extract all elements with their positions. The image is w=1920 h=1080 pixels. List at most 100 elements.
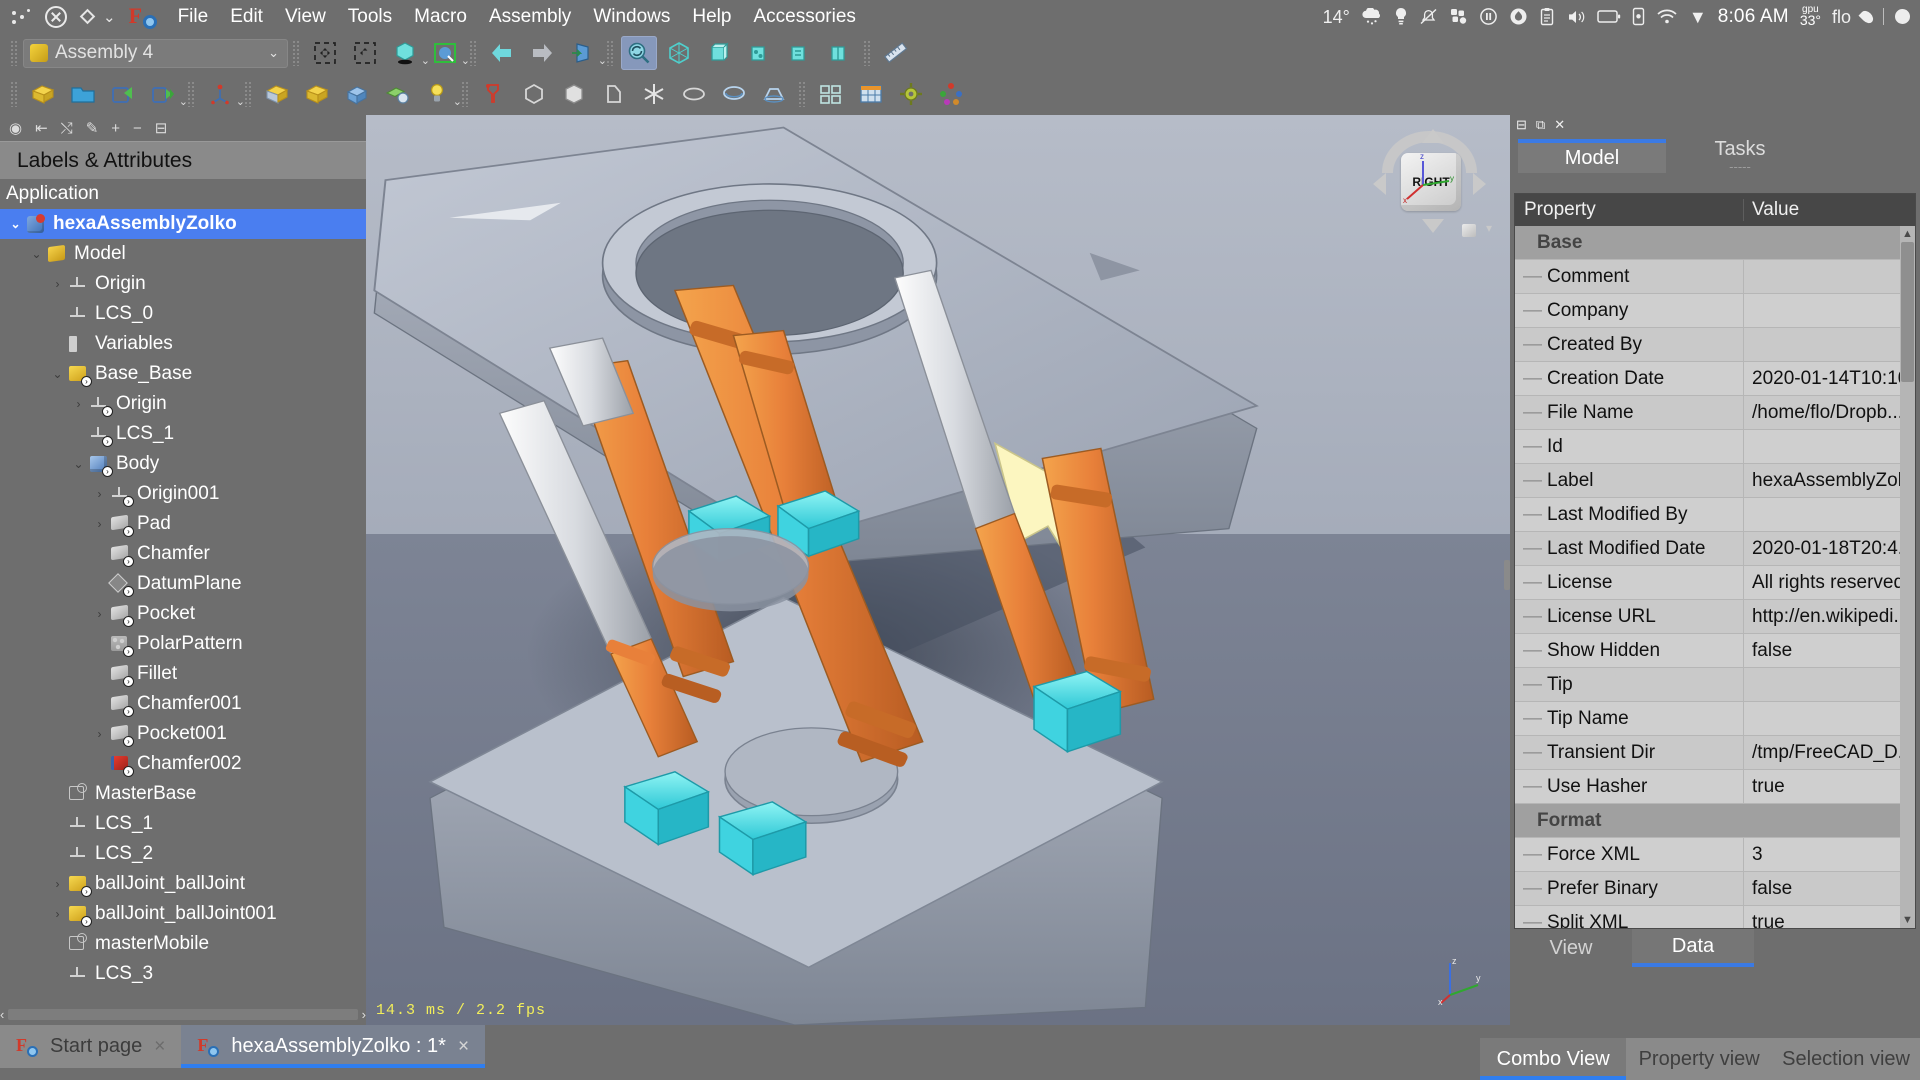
axonometric-icon[interactable] xyxy=(661,36,697,70)
toolbar-grip[interactable] xyxy=(10,81,19,107)
toolbar-grip[interactable] xyxy=(461,81,470,107)
property-table-scrollbar[interactable]: ▲ ▼ xyxy=(1900,226,1915,928)
right-view-icon[interactable] xyxy=(781,36,817,70)
document-tab-hexa-assembly[interactable]: F hexaAssemblyZolko : 1* × xyxy=(181,1025,486,1068)
chevron-down-icon[interactable]: ⌄ xyxy=(103,8,116,26)
variables-icon[interactable]: ⌄ xyxy=(419,77,462,111)
menu-tools[interactable]: Tools xyxy=(337,3,403,31)
property-row[interactable]: — Force XML 3 xyxy=(1515,838,1915,872)
fit-selection-icon[interactable] xyxy=(347,36,383,70)
property-row[interactable]: — License All rights reserved xyxy=(1515,566,1915,600)
tree-item[interactable]: › › Pocket xyxy=(0,599,366,629)
property-value-cell[interactable]: http://en.wikipedi... xyxy=(1744,606,1915,628)
battery-icon[interactable] xyxy=(1597,9,1621,24)
tab-model[interactable]: Model xyxy=(1518,139,1666,173)
shape-binder-icon[interactable] xyxy=(596,77,632,111)
tree-item[interactable]: › › Origin001 xyxy=(0,479,366,509)
tree-item[interactable]: ⌄ › Base_Base xyxy=(0,359,366,389)
activities-dots-icon[interactable] xyxy=(8,4,34,30)
property-rows-container[interactable]: Base — Comment — Company — Created By — Creation… xyxy=(1515,226,1915,928)
tree-item[interactable]: LCS_1 xyxy=(0,809,366,839)
tab-data[interactable]: Data xyxy=(1632,929,1754,967)
lightbulb-icon[interactable] xyxy=(1394,7,1408,26)
float-panel-icon[interactable]: ⧉ xyxy=(1536,117,1545,133)
nav-arrow-left-icon[interactable] xyxy=(1373,173,1386,195)
property-table[interactable]: Property Value Base — Comment — Company — Crea… xyxy=(1514,193,1916,929)
tree-item[interactable]: › DatumPlane xyxy=(0,569,366,599)
phone-icon[interactable] xyxy=(1632,7,1645,26)
property-value-cell[interactable]: All rights reserved xyxy=(1744,572,1915,594)
toolbar-grip[interactable] xyxy=(863,40,872,66)
speaker-icon[interactable] xyxy=(1566,8,1586,26)
expand-arrow-right-icon[interactable]: › xyxy=(48,877,67,891)
menu-help[interactable]: Help xyxy=(681,3,742,31)
tree-item[interactable]: › LCS_1 xyxy=(0,419,366,449)
toolbar-grip[interactable] xyxy=(606,40,615,66)
menu-accessories[interactable]: Accessories xyxy=(742,3,866,31)
expand-arrow-right-icon[interactable]: › xyxy=(48,907,67,921)
expand-arrow-right-icon[interactable]: › xyxy=(90,607,109,621)
property-row[interactable]: — Show Hidden false xyxy=(1515,634,1915,668)
property-row[interactable]: — Tip Name xyxy=(1515,702,1915,736)
chevron-down-icon[interactable]: ⌄ xyxy=(598,54,607,67)
menu-assembly[interactable]: Assembly xyxy=(478,3,582,31)
tree-item[interactable]: › Chamfer xyxy=(0,539,366,569)
export-icon[interactable]: ⌄ xyxy=(145,77,188,111)
refresh-zoom-icon[interactable] xyxy=(621,36,657,70)
navigation-cube[interactable]: RIGHT z x y ▾ xyxy=(1367,125,1492,245)
tab-view[interactable]: View xyxy=(1510,929,1632,967)
spreadsheet-icon[interactable] xyxy=(853,77,889,111)
expand-arrow-right-icon[interactable]: › xyxy=(90,727,109,741)
expand-arrow-right-icon[interactable]: › xyxy=(90,487,109,501)
navcube-home-icon[interactable] xyxy=(1462,224,1476,237)
bounding-box-icon[interactable]: ⌄ xyxy=(427,36,470,70)
close-icon[interactable]: × xyxy=(154,1036,165,1058)
fit-all-icon[interactable] xyxy=(307,36,343,70)
tree-item[interactable]: LCS_0 xyxy=(0,299,366,329)
settings-gear-icon[interactable] xyxy=(893,77,929,111)
tree-item[interactable]: › › ballJoint_ballJoint001 xyxy=(0,899,366,929)
property-value-cell[interactable]: true xyxy=(1744,776,1915,798)
back-arrow-icon[interactable] xyxy=(484,36,520,70)
flame-icon[interactable] xyxy=(1509,7,1528,26)
tree-item[interactable]: ⌄ Model xyxy=(0,239,366,269)
ellipse-icon[interactable] xyxy=(676,77,712,111)
tree-item[interactable]: ⌄ › Body xyxy=(0,449,366,479)
tree-item[interactable]: masterMobile xyxy=(0,929,366,959)
clock-label[interactable]: 8:06 AM xyxy=(1718,6,1789,28)
circle-icon[interactable] xyxy=(516,77,552,111)
property-row[interactable]: — Created By xyxy=(1515,328,1915,362)
menu-file[interactable]: File xyxy=(167,3,220,31)
diamond-icon[interactable] xyxy=(79,8,96,25)
expand-plus-icon[interactable]: + xyxy=(111,121,120,136)
property-row[interactable]: — License URL http://en.wikipedi... xyxy=(1515,600,1915,634)
chevron-down-icon[interactable]: ▼ xyxy=(1689,8,1707,26)
top-view-icon[interactable] xyxy=(741,36,777,70)
menu-windows[interactable]: Windows xyxy=(582,3,681,31)
close-circle-icon[interactable] xyxy=(45,5,67,28)
tree-item[interactable]: › › Origin xyxy=(0,389,366,419)
property-row[interactable]: — Transient Dir/tmp/FreeCAD_D... xyxy=(1515,736,1915,770)
session-dot-icon[interactable] xyxy=(1895,9,1910,24)
close-panel-icon[interactable]: ✕ xyxy=(1554,117,1565,133)
property-group-row[interactable]: Format xyxy=(1515,804,1915,838)
tree-item[interactable]: › › ballJoint_ballJoint xyxy=(0,869,366,899)
asterisk-icon[interactable] xyxy=(636,77,672,111)
import-icon[interactable] xyxy=(105,77,141,111)
tree-item[interactable]: ⌄ hexaAssemblyZolko xyxy=(0,209,366,239)
scroll-down-arrow-icon[interactable]: ▼ xyxy=(1900,914,1915,926)
property-value-cell[interactable]: 2020-01-18T20:4... xyxy=(1744,538,1915,560)
navcube-face[interactable]: RIGHT z x y xyxy=(1401,153,1461,211)
isometric-view-icon[interactable]: ⌄ xyxy=(564,36,607,70)
property-value-cell[interactable]: hexaAssemblyZol... xyxy=(1744,470,1915,492)
insert-part-icon[interactable] xyxy=(339,77,375,111)
eye-icon[interactable]: ◉ xyxy=(9,121,22,136)
bell-muted-icon[interactable] xyxy=(1419,7,1438,26)
expand-arrow-right-icon[interactable]: › xyxy=(90,517,109,531)
toolbar-grip[interactable] xyxy=(292,40,301,66)
attachment-icon[interactable] xyxy=(379,77,415,111)
expand-arrow-down-icon[interactable]: ⌄ xyxy=(6,217,25,231)
property-row[interactable]: — Last Modified Date 2020-01-18T20:4... xyxy=(1515,532,1915,566)
toolbar-grip[interactable] xyxy=(469,40,478,66)
expand-arrow-down-icon[interactable]: ⌄ xyxy=(69,457,88,471)
